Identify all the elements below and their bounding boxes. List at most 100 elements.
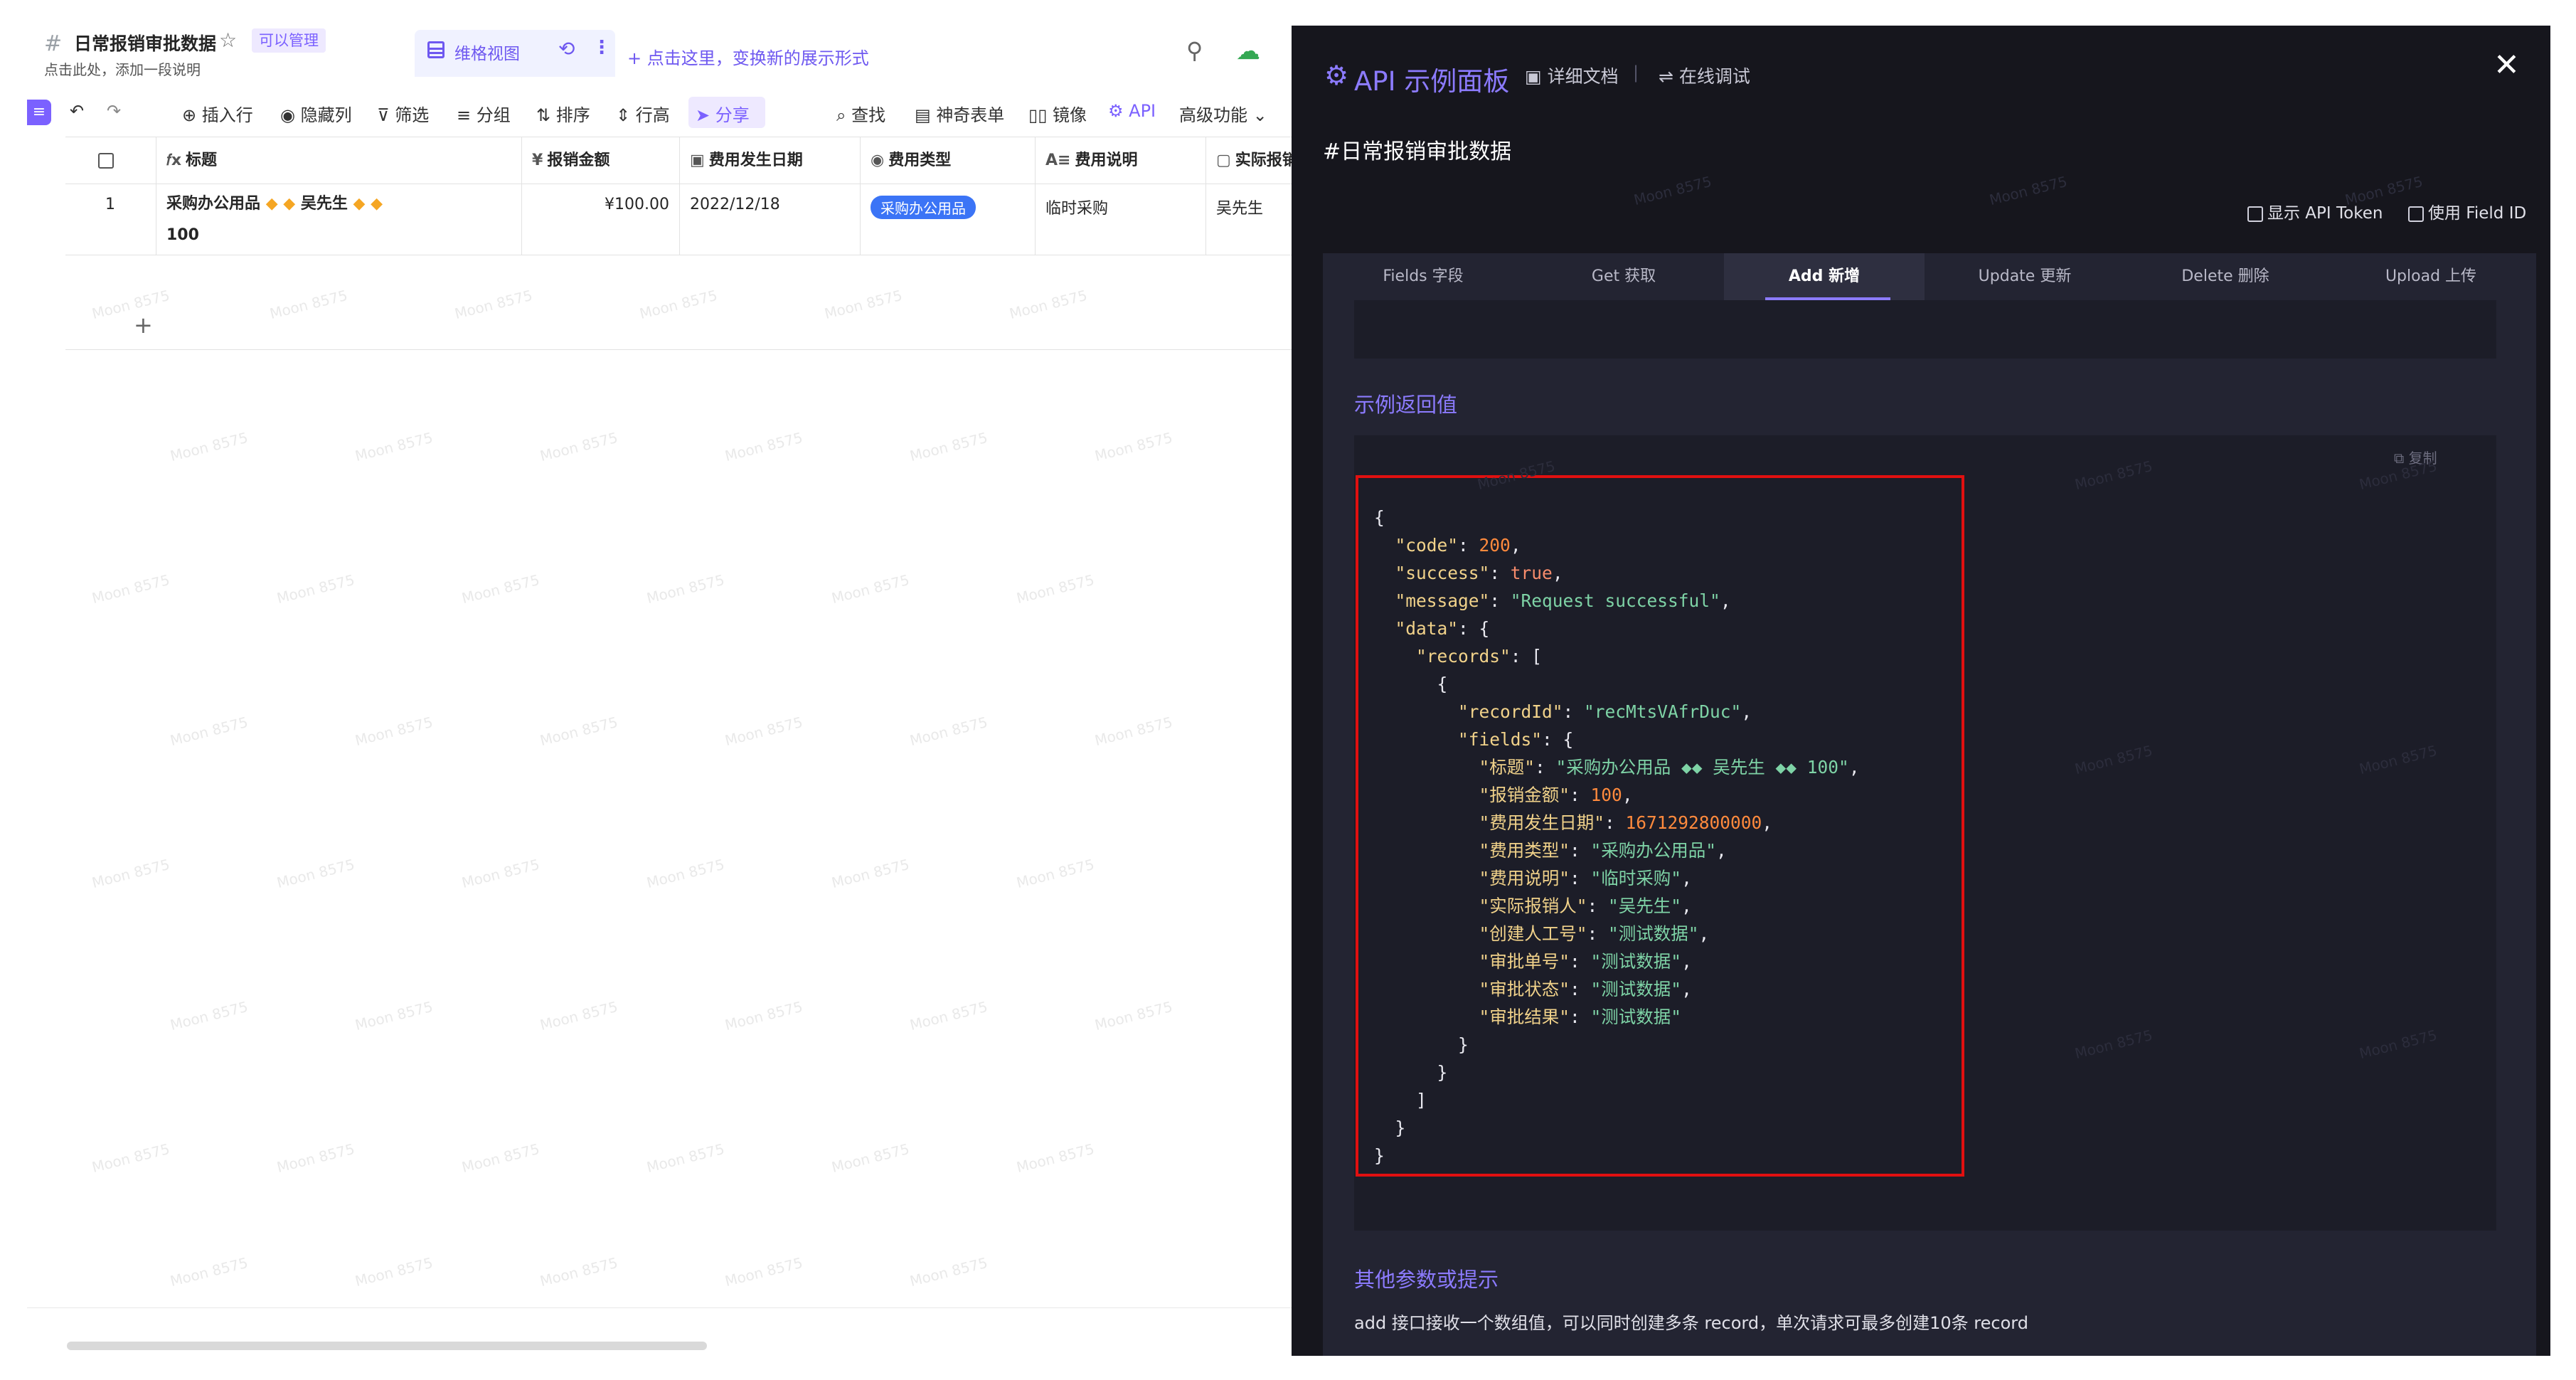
copy-label: 复制 (2408, 450, 2437, 467)
doc-title[interactable]: 日常报销审批数据 (74, 30, 216, 55)
column-header-date[interactable]: ▣ 费用发生日期 (680, 137, 861, 184)
sidebar-toggle-icon[interactable]: ≡ (27, 100, 51, 125)
tab-update[interactable]: Update 更新 (1925, 253, 2125, 300)
select-all-header[interactable] (65, 137, 156, 184)
api-button[interactable]: ⚙ API (1108, 101, 1156, 121)
cell-note[interactable]: 临时采购 (1036, 184, 1206, 255)
hide-columns-button[interactable]: ◉ 隐藏列 (280, 101, 352, 126)
share-button[interactable]: ➤ 分享 (696, 101, 750, 126)
cell-type[interactable]: 采购办公用品 (861, 184, 1036, 255)
panel-title: API 示例面板 (1354, 66, 1510, 97)
sync-icon[interactable]: ⟲ (558, 37, 575, 60)
doc-description[interactable]: 点击此处，添加一段说明 (44, 58, 201, 79)
json-success-value: true (1510, 563, 1553, 583)
watermark: Moon 8575 (908, 1253, 989, 1290)
response-code-block[interactable]: ⧉ 复制 { "code": 200, "success": true, "me… (1354, 435, 2496, 1231)
diamond-icon: ◆ ◆ (265, 195, 301, 213)
watermark: Moon 8575 (1014, 1140, 1096, 1177)
watermark: Moon 8575 (353, 997, 435, 1034)
docs-link[interactable]: ▣ 详细文档 (1525, 63, 1619, 88)
tab-upload[interactable]: Upload 上传 (2326, 253, 2536, 300)
select-all-checkbox[interactable] (98, 153, 114, 169)
close-icon[interactable]: ✕ (2493, 47, 2520, 83)
cell-date[interactable]: 2022/12/18 (680, 184, 861, 255)
watermark: Moon 8575 (829, 1140, 911, 1177)
watermark: Moon 8575 (90, 570, 171, 607)
cell-person[interactable]: 吴先生 (1206, 184, 1292, 255)
debug-link-label: 在线调试 (1678, 66, 1750, 87)
json-record-id: "recMtsVAfrDuc" (1584, 701, 1742, 722)
watermark: Moon 8575 (538, 713, 619, 750)
share-label: 分享 (715, 105, 750, 125)
add-row-button[interactable]: + (65, 303, 1292, 350)
view-tab-label: 维格视图 (454, 45, 520, 63)
datasheet-name: #日常报销审批数据 (1323, 139, 1512, 164)
mirror-button[interactable]: ▯▯ 镜像 (1028, 101, 1087, 126)
tab-delete[interactable]: Delete 删除 (2125, 253, 2326, 300)
view-tab-grid[interactable]: 维格视图 ⟲ ⋮ (415, 30, 615, 77)
column-header-title[interactable]: 𝑓x 标题 (156, 137, 522, 184)
use-field-id-checkbox[interactable] (2408, 206, 2424, 222)
row-index[interactable]: 1 (65, 184, 156, 255)
cell-amount[interactable]: ¥100.00 (522, 184, 680, 255)
diamond-icon: ◆ ◆ (353, 195, 383, 213)
undo-icon[interactable]: ↶ (70, 101, 84, 121)
use-field-id-label: 使用 Field ID (2428, 204, 2527, 223)
json-field-value: "测试数据" (1590, 1007, 1682, 1027)
tab-fields[interactable]: Fields 字段 (1323, 253, 1523, 300)
user-avatar-icon[interactable]: ⚲ (1186, 37, 1215, 65)
column-header-type[interactable]: ◉ 费用类型 (861, 137, 1036, 184)
more-icon[interactable]: ⋮ (592, 37, 611, 58)
find-button[interactable]: ⌕ 查找 (836, 101, 885, 126)
cell-title[interactable]: 采购办公用品 ◆ ◆ 吴先生 ◆ ◆ 100 (156, 184, 522, 255)
filter-button[interactable]: ⊽ 筛选 (377, 101, 429, 126)
json-field-value: 100 (1590, 785, 1622, 805)
sort-button[interactable]: ⇅ 排序 (536, 101, 590, 126)
advanced-button[interactable]: 高级功能 ⌄ (1179, 101, 1267, 126)
json-field-value: "采购办公用品" (1590, 840, 1717, 861)
add-view-button[interactable]: + 点击这里，变换新的展示形式 (627, 44, 869, 69)
json-field-key: "费用发生日期" (1479, 812, 1605, 833)
hash-icon: # (44, 31, 63, 56)
row-height-button[interactable]: ⇕ 行高 (616, 101, 670, 126)
row-height-label: 行高 (635, 105, 670, 125)
column-header-note[interactable]: A≡ 费用说明 (1036, 137, 1206, 184)
watermark: Moon 8575 (908, 428, 989, 465)
hide-columns-label: 隐藏列 (300, 105, 352, 125)
redo-icon[interactable]: ↷ (107, 101, 121, 121)
show-token-checkbox[interactable] (2247, 206, 2263, 222)
use-field-id-option[interactable]: 使用 Field ID (2408, 199, 2526, 223)
watermark: Moon 8575 (1092, 713, 1174, 750)
tab-add-label: Add 新增 (1788, 267, 1861, 285)
column-date-label: 费用发生日期 (708, 152, 803, 169)
json-field-key: "审批结果" (1479, 1007, 1570, 1027)
api-label: API (1129, 101, 1156, 121)
watermark: Moon 8575 (1092, 428, 1174, 465)
cloud-icon[interactable]: ☁ (1236, 37, 1273, 65)
json-code-value: 200 (1479, 535, 1511, 556)
watermark: Moon 8575 (644, 570, 726, 607)
debug-link[interactable]: ⇌ 在线调试 (1659, 63, 1750, 88)
watermark: Moon 8575 (459, 1140, 541, 1177)
tab-add[interactable]: Add 新增 (1724, 253, 1925, 300)
title-part-b: 吴先生 (300, 195, 348, 213)
watermark: Moon 8575 (908, 713, 989, 750)
nav-separator: | (1633, 63, 1639, 83)
insert-row-button[interactable]: ⊕ 插入行 (182, 101, 253, 126)
find-label: 查找 (851, 105, 886, 125)
watermark: Moon 8575 (168, 997, 250, 1034)
column-header-person[interactable]: ▢实际报销人 (1206, 137, 1292, 184)
group-button[interactable]: ≡ 分组 (457, 101, 511, 126)
show-token-option[interactable]: 显示 API Token (2247, 199, 2383, 223)
json-field-value: "吴先生" (1608, 896, 1682, 916)
magic-form-button[interactable]: ▤ 神奇表单 (915, 101, 1004, 126)
permission-badge[interactable]: 可以管理 (252, 28, 326, 53)
tab-get[interactable]: Get 获取 (1523, 253, 1724, 300)
column-header-amount[interactable]: ¥ 报销金额 (522, 137, 680, 184)
watermark: Moon 8575 (1987, 172, 2069, 209)
copy-button[interactable]: ⧉ 复制 (2394, 447, 2437, 467)
horizontal-scrollbar[interactable] (67, 1342, 707, 1350)
screen: # 日常报销审批数据 ☆ 可以管理 点击此处，添加一段说明 维格视图 ⟲ ⋮ +… (0, 0, 2576, 1380)
json-field-key: "标题" (1479, 757, 1536, 777)
star-icon[interactable]: ☆ (219, 28, 237, 52)
